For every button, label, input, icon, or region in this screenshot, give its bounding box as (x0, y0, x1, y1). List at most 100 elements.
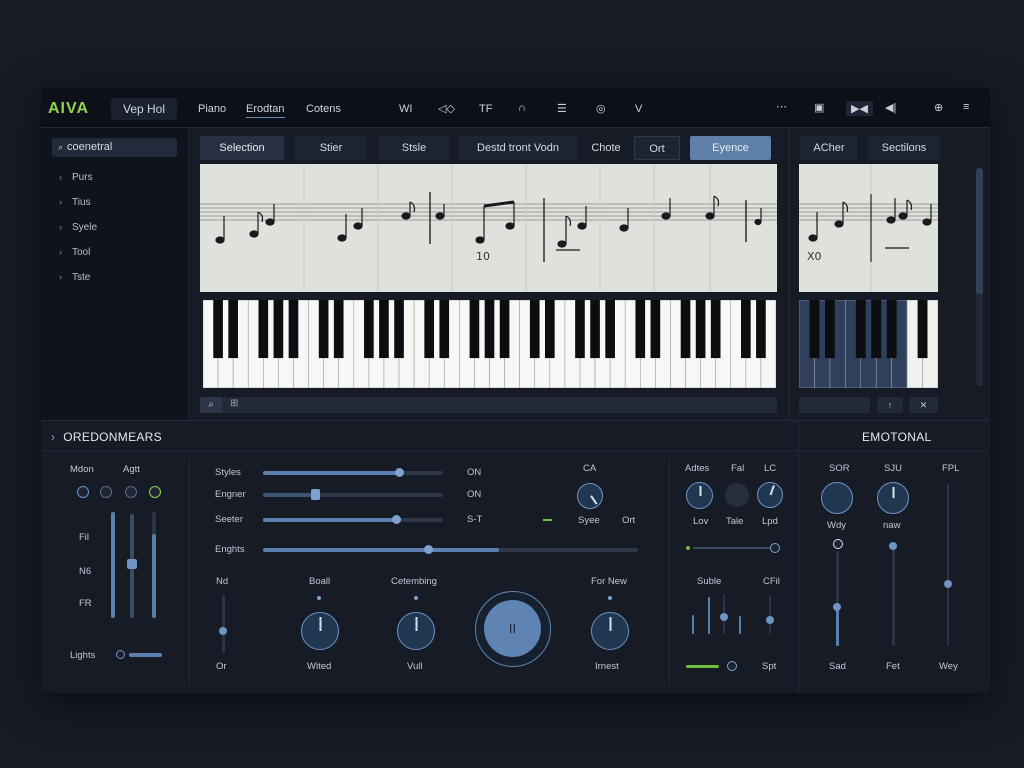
menu-cotens[interactable]: Cotens (306, 103, 341, 115)
arrow-up-icon[interactable]: ↑ (877, 397, 903, 413)
tab-sections[interactable]: Sectilons (868, 136, 940, 160)
lock-icon[interactable] (833, 539, 843, 549)
tab-selection[interactable]: Selection (200, 136, 284, 160)
black-key[interactable] (499, 300, 510, 359)
toolbar-wi-icon[interactable]: WI (399, 103, 412, 115)
fader-wey[interactable] (944, 484, 952, 646)
fader-1[interactable] (111, 512, 115, 618)
black-key[interactable] (288, 300, 299, 359)
knob-for-new[interactable] (591, 612, 629, 650)
toolbar-rewind-icon[interactable]: ◁◇ (438, 102, 455, 115)
tab-chote[interactable]: Chote (582, 136, 630, 160)
black-key[interactable] (484, 300, 495, 359)
black-key[interactable] (469, 300, 480, 359)
black-key[interactable] (741, 300, 751, 359)
black-key[interactable] (695, 300, 706, 359)
toggle-mute[interactable] (77, 486, 89, 498)
zoom-icon[interactable]: ⌕ (200, 397, 222, 413)
black-key[interactable] (680, 300, 691, 359)
score-view[interactable]: 10 (200, 164, 777, 292)
black-key[interactable] (590, 300, 600, 359)
project-name-field[interactable]: Vep Hol (111, 98, 177, 120)
slider-engner[interactable] (263, 489, 443, 500)
fader-fet[interactable] (889, 542, 897, 646)
slider-enghts[interactable] (263, 545, 638, 554)
toggle-active[interactable] (149, 486, 161, 498)
tab-stier[interactable]: Stier (295, 136, 367, 160)
tab-acher[interactable]: ACher (800, 136, 858, 160)
toolbar-headphone-icon[interactable]: ∩ (518, 102, 526, 114)
knob-ca[interactable] (577, 483, 603, 509)
sidebar-item-tool[interactable]: › Tool (59, 247, 90, 258)
black-key[interactable] (824, 300, 835, 359)
tab-dest[interactable]: Destd tront Vodn (459, 136, 577, 160)
sidebar-item-tste[interactable]: › Tste (59, 272, 90, 283)
black-key[interactable] (855, 300, 866, 359)
collapse-icon[interactable]: ✕ (909, 397, 938, 413)
fader-nd[interactable] (219, 595, 227, 653)
knob-boall[interactable] (301, 612, 339, 650)
toggle-solo[interactable] (100, 486, 112, 498)
fader-2[interactable] (127, 514, 137, 618)
fader-3[interactable] (152, 512, 156, 618)
toolbar-v-icon[interactable]: V (635, 103, 642, 115)
slider-styles[interactable] (263, 468, 443, 477)
tab-eyence[interactable]: Eyence (690, 136, 771, 160)
panel-icon[interactable]: ▣ (814, 101, 824, 114)
grid-icon[interactable]: ⊞ (230, 398, 238, 409)
tab-style[interactable]: Stsle (379, 136, 449, 160)
knob-adtes[interactable] (686, 482, 713, 509)
black-key[interactable] (529, 300, 540, 359)
panel-title-orchestration[interactable]: › OREDONMEARS (51, 430, 162, 444)
black-key[interactable] (318, 300, 329, 359)
black-key[interactable] (544, 300, 555, 359)
black-key[interactable] (809, 300, 820, 359)
black-key[interactable] (575, 300, 585, 359)
toggle-record[interactable] (125, 486, 137, 498)
vertical-scrollbar[interactable] (976, 168, 983, 386)
black-key[interactable] (886, 300, 897, 359)
black-key[interactable] (635, 300, 646, 359)
black-key[interactable] (228, 300, 238, 359)
search-input[interactable]: coenetral (67, 141, 112, 153)
black-key[interactable] (439, 300, 450, 359)
lights-toggle[interactable] (116, 650, 125, 659)
menu-erodtan[interactable]: Erodtan (246, 103, 285, 118)
sidebar-search[interactable]: ⌕ coenetral (52, 138, 177, 157)
toolbar-record-icon[interactable]: ◎ (596, 102, 606, 115)
fx-fader-3[interactable] (720, 594, 728, 634)
black-key[interactable] (650, 300, 661, 359)
fx-level-toggle[interactable] (727, 661, 737, 671)
hamburger-menu-icon[interactable]: ≡ (963, 101, 969, 113)
sidebar-item-purs[interactable]: › Purs (59, 172, 93, 183)
play-pause-button[interactable]: II (484, 600, 541, 657)
sidebar-item-tius[interactable]: › Tius (59, 197, 91, 208)
black-key[interactable] (605, 300, 615, 359)
piano-keyboard-secondary[interactable] (798, 299, 939, 389)
knob-fal[interactable] (725, 483, 749, 507)
fx-fader-5[interactable] (766, 596, 774, 634)
black-key[interactable] (871, 300, 882, 359)
settings-icon[interactable]: ⊕ (934, 101, 943, 114)
knob-cetembing[interactable] (397, 612, 435, 650)
black-key[interactable] (333, 300, 344, 359)
black-key[interactable] (394, 300, 404, 359)
black-key[interactable] (213, 300, 223, 359)
toolbar-list-icon[interactable]: ☰ (557, 102, 567, 115)
black-key[interactable] (364, 300, 374, 359)
score-view-secondary[interactable]: X0 (799, 164, 938, 292)
toolbar-tf-icon[interactable]: TF (479, 103, 492, 115)
piano-keyboard[interactable] (202, 299, 777, 389)
knob-lc[interactable] (757, 482, 783, 508)
sidebar-item-syele[interactable]: › Syele (59, 222, 97, 233)
loop-icon[interactable]: ▶◀ (846, 101, 873, 116)
black-key[interactable] (258, 300, 269, 359)
knob-sor[interactable] (821, 482, 853, 514)
menu-piano[interactable]: Piano (198, 103, 226, 115)
more-icon[interactable]: ⋯ (776, 100, 787, 113)
lights-slider[interactable] (129, 653, 162, 657)
black-key[interactable] (424, 300, 435, 359)
fx-slider[interactable] (693, 547, 771, 549)
fader-sad[interactable] (833, 551, 841, 646)
fx-slider-end-toggle[interactable] (770, 543, 780, 553)
